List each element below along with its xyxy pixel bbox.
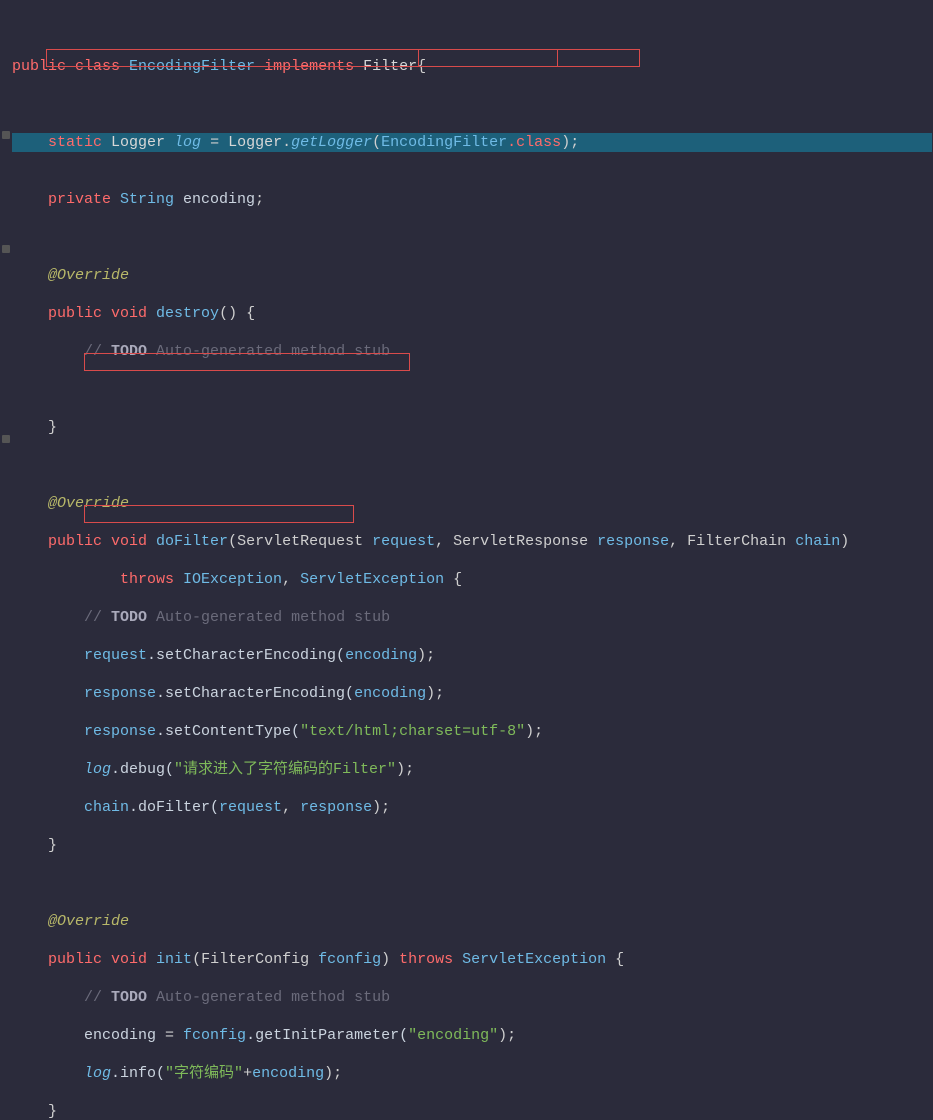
code-line: response.setCharacterEncoding(encoding);	[12, 684, 932, 703]
code-line: encoding = fconfig.getInitParameter("enc…	[12, 1026, 932, 1045]
code-line	[12, 152, 932, 171]
code-line: public void init(FilterConfig fconfig) t…	[12, 950, 932, 969]
fold-marker-icon[interactable]	[2, 435, 10, 443]
code-line: chain.doFilter(request, response);	[12, 798, 932, 817]
editor-gutter	[0, 0, 12, 560]
code-line	[12, 874, 932, 893]
code-line: public void doFilter(ServletRequest requ…	[12, 532, 932, 551]
code-line: }	[12, 418, 932, 437]
code-line-highlighted: static Logger log = Logger.getLogger(Enc…	[12, 133, 932, 152]
code-line: @Override	[12, 266, 932, 285]
code-line	[12, 456, 932, 475]
code-line: log.info("字符编码"+encoding);	[12, 1064, 932, 1083]
code-line: request.setCharacterEncoding(encoding);	[12, 646, 932, 665]
code-editor[interactable]: public class EncodingFilter implements F…	[12, 0, 932, 1120]
code-line	[12, 380, 932, 399]
code-line: log.debug("请求进入了字符编码的Filter");	[12, 760, 932, 779]
code-line: }	[12, 1102, 932, 1120]
fold-marker-icon[interactable]	[2, 131, 10, 139]
code-line: // TODO Auto-generated method stub	[12, 608, 932, 627]
code-line: // TODO Auto-generated method stub	[12, 342, 932, 361]
code-line	[12, 95, 932, 114]
code-line: @Override	[12, 494, 932, 513]
code-line: private String encoding;	[12, 190, 932, 209]
code-line: }	[12, 836, 932, 855]
code-line	[12, 19, 932, 38]
code-line	[12, 228, 932, 247]
code-line: @Override	[12, 912, 932, 931]
code-line: public class EncodingFilter implements F…	[12, 57, 932, 76]
code-line: // TODO Auto-generated method stub	[12, 988, 932, 1007]
code-line: response.setContentType("text/html;chars…	[12, 722, 932, 741]
code-line: public void destroy() {	[12, 304, 932, 323]
code-line: throws IOException, ServletException {	[12, 570, 932, 589]
fold-marker-icon[interactable]	[2, 245, 10, 253]
